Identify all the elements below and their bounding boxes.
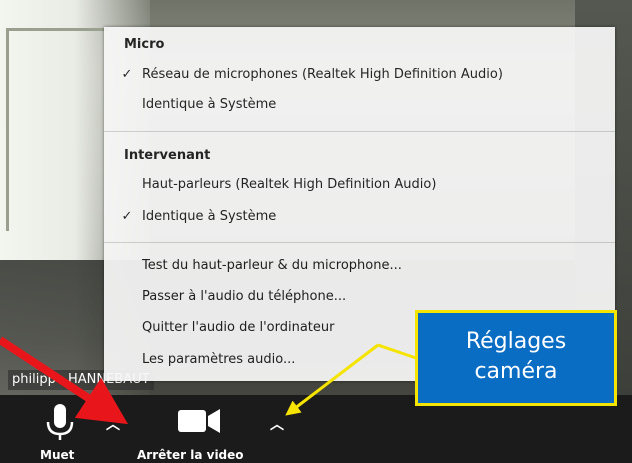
menu-divider xyxy=(104,131,615,132)
menu-item-label: Identique à Système xyxy=(142,97,277,112)
wall-frame xyxy=(6,28,109,231)
checkmark-icon: ✓ xyxy=(121,209,133,224)
mute-label: Muet xyxy=(40,448,75,462)
menu-item-label: Les paramètres audio... xyxy=(142,352,296,367)
menu-item-label: Quitter l'audio de l'ordinateur xyxy=(142,320,335,335)
speaker-option-same-as-system[interactable]: ✓ Identique à Système xyxy=(104,204,615,230)
menu-item-label: Test du haut-parleur & du microphone... xyxy=(142,258,402,273)
micro-option-same-as-system[interactable]: Identique à Système xyxy=(104,92,615,118)
speaker-option-realtek[interactable]: Haut-parleurs (Realtek High Definition A… xyxy=(104,172,615,198)
speaker-heading: Intervenant xyxy=(124,148,211,163)
audio-options-caret-icon[interactable]: ︿ xyxy=(106,414,120,434)
microphone-icon xyxy=(46,404,74,440)
menu-divider xyxy=(104,242,615,243)
micro-option-realtek-array[interactable]: ✓ Réseau de microphones (Realtek High De… xyxy=(104,62,615,88)
menu-item-label: Passer à l'audio du téléphone... xyxy=(142,289,347,304)
callout-line-1: Réglages xyxy=(465,329,567,354)
video-options-caret-icon[interactable]: ︿ xyxy=(270,414,284,434)
stop-video-label: Arrêter la video xyxy=(137,448,244,462)
menu-item-label: Réseau de microphones (Realtek High Defi… xyxy=(142,67,503,82)
checkmark-icon: ✓ xyxy=(121,67,133,82)
test-speaker-mic-item[interactable]: Test du haut-parleur & du microphone... xyxy=(104,253,615,279)
menu-item-label: Haut-parleurs (Realtek High Definition A… xyxy=(142,177,437,192)
video-camera-icon xyxy=(178,409,220,433)
camera-settings-callout: Réglages caméra xyxy=(415,310,617,406)
menu-item-label: Identique à Système xyxy=(142,209,277,224)
callout-line-2: caméra xyxy=(474,359,558,384)
micro-heading: Micro xyxy=(124,37,165,52)
switch-phone-audio-item[interactable]: Passer à l'audio du téléphone... xyxy=(104,284,615,310)
